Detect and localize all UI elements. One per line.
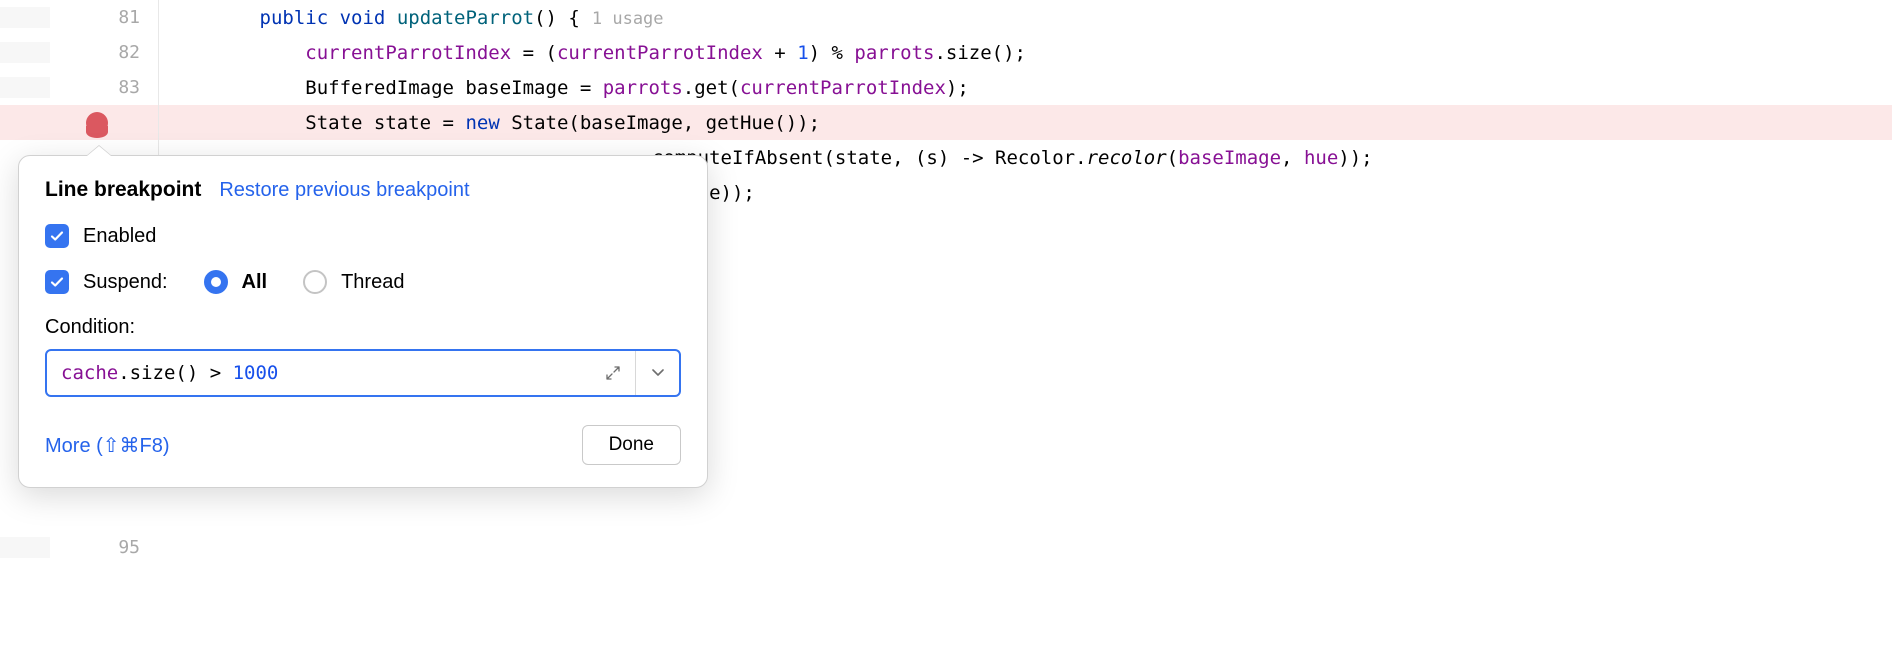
done-button[interactable]: Done xyxy=(582,425,681,465)
line-number: 95 xyxy=(118,537,140,558)
restore-breakpoint-link[interactable]: Restore previous breakpoint xyxy=(219,179,469,202)
code-line[interactable]: State state = new State(baseImage, getHu… xyxy=(0,105,1892,140)
suspend-thread-label: Thread xyxy=(341,271,404,294)
condition-label: Condition: xyxy=(45,316,681,339)
line-number: 81 xyxy=(118,7,140,28)
line-number: 83 xyxy=(118,77,140,98)
chevron-down-icon[interactable] xyxy=(635,351,679,395)
code-line: 95 xyxy=(0,530,1892,565)
line-number: 82 xyxy=(118,42,140,63)
enabled-label: Enabled xyxy=(83,225,156,248)
breakpoint-popup: Line breakpoint Restore previous breakpo… xyxy=(18,155,708,488)
enabled-checkbox[interactable] xyxy=(45,224,69,248)
expand-icon[interactable] xyxy=(591,351,635,395)
code-text[interactable]: public void updateParrot() {1 usage xyxy=(160,7,664,29)
gutter[interactable]: 81 xyxy=(0,7,160,28)
suspend-label: Suspend: xyxy=(83,271,168,294)
gutter[interactable]: 83 xyxy=(0,77,160,98)
popup-title: Line breakpoint xyxy=(45,178,201,202)
gutter: 95 xyxy=(0,537,160,558)
usage-hint[interactable]: 1 usage xyxy=(592,9,664,29)
suspend-all-radio[interactable] xyxy=(204,270,228,294)
gutter[interactable]: 82 xyxy=(0,42,160,63)
condition-input[interactable]: cache.size() > 1000 xyxy=(45,349,681,397)
suspend-thread-radio[interactable] xyxy=(303,270,327,294)
code-text[interactable]: State state = new State(baseImage, getHu… xyxy=(160,112,820,134)
breakpoint-icon[interactable] xyxy=(86,112,108,134)
suspend-checkbox[interactable] xyxy=(45,270,69,294)
more-link[interactable]: More (⇧⌘F8) xyxy=(45,433,170,458)
code-line[interactable]: 81 public void updateParrot() {1 usage xyxy=(0,0,1892,35)
code-text[interactable]: BufferedImage baseImage = parrots.get(cu… xyxy=(160,77,969,99)
code-line[interactable]: 82 currentParrotIndex = (currentParrotIn… xyxy=(0,35,1892,70)
suspend-all-label: All xyxy=(242,271,268,294)
code-text[interactable]: currentParrotIndex = (currentParrotIndex… xyxy=(160,42,1026,64)
code-line[interactable]: 83 BufferedImage baseImage = parrots.get… xyxy=(0,70,1892,105)
